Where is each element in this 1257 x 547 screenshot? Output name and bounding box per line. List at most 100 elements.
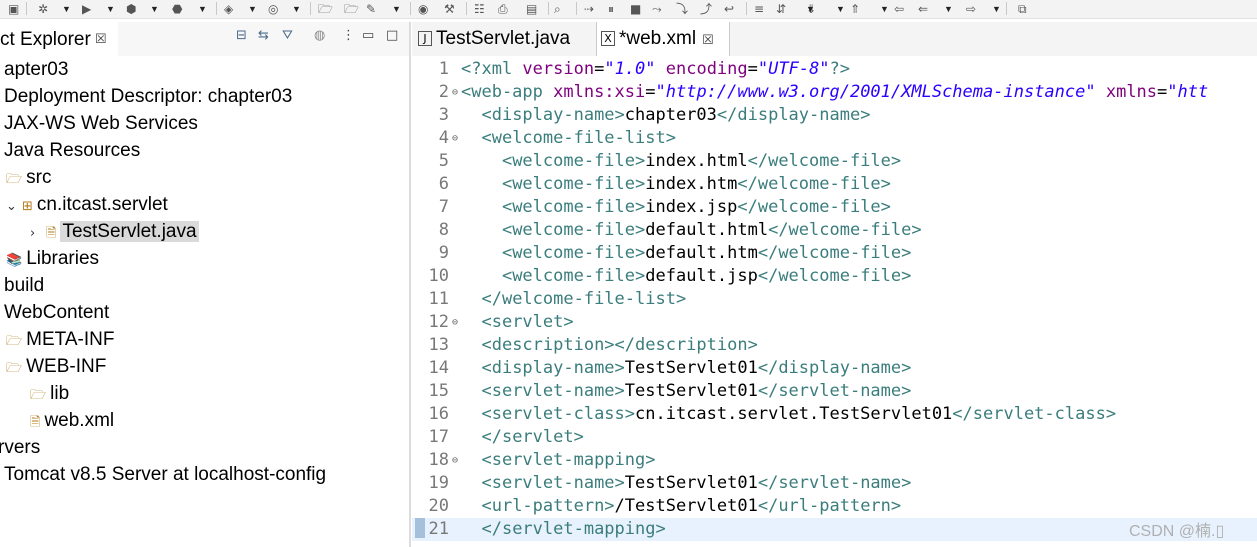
forward-icon[interactable]: ⇐	[918, 1, 928, 17]
code-line[interactable]: 19 <servlet-name>TestServlet01</servlet-…	[412, 472, 1257, 495]
tree-item[interactable]: ⌄ ⊞ cn.itcast.servlet	[6, 191, 168, 218]
suspend-icon[interactable]: ⏸	[608, 1, 614, 17]
link-with-editor-icon[interactable]: ⇆	[258, 28, 269, 43]
globe-icon[interactable]: ◉	[418, 1, 428, 17]
code-line[interactable]: 2 ⊖ <web-app xmlns:xsi="http://www.w3.org/…	[412, 81, 1257, 104]
chevron-down-icon[interactable]: ▼	[106, 1, 115, 17]
chevron-down-icon[interactable]: ▼	[836, 1, 845, 17]
code-line[interactable]: 6 <welcome-file>index.htm</welcome-file>	[412, 173, 1257, 196]
tab-testservlet-java[interactable]: J TestServlet.java	[418, 22, 588, 56]
tab-web-xml[interactable]: X *web.xml ☒	[596, 22, 730, 56]
resume-icon[interactable]: ⇢	[584, 1, 594, 17]
code-line[interactable]: 16 <servlet-class>cn.itcast.servlet.Test…	[412, 403, 1257, 426]
tree-item[interactable]: build	[4, 272, 44, 299]
tree-item[interactable]: Java Resources	[4, 137, 140, 164]
tree-item[interactable]: 📚 Libraries	[6, 245, 99, 272]
disconnect-icon[interactable]: ⤳	[652, 1, 662, 17]
code-line[interactable]: 11 </welcome-file-list>	[412, 288, 1257, 311]
run-icon[interactable]: ▶	[82, 1, 91, 17]
next-annotation-icon[interactable]: ≡	[754, 1, 764, 17]
search-icon[interactable]: ⌕	[554, 1, 561, 17]
tree-item[interactable]: apter03	[4, 56, 68, 83]
filter-icon[interactable]: ⛛	[282, 28, 293, 43]
open-resource-icon[interactable]: 🗁	[344, 1, 359, 17]
chevron-down-icon[interactable]: ▼	[292, 1, 301, 17]
code-line[interactable]: 5 <welcome-file>index.html</welcome-file…	[412, 150, 1257, 173]
tree-item[interactable]: JAX-WS Web Services	[4, 110, 198, 137]
task-icon[interactable]: ☷	[474, 1, 485, 17]
focus-icon[interactable]: ◍	[314, 28, 325, 43]
code-line[interactable]: 3 <display-name>chapter03</display-name>	[412, 104, 1257, 127]
fold-toggle-icon[interactable]: ⊖	[449, 311, 461, 334]
chevron-down-icon[interactable]: ▼	[806, 1, 815, 17]
step-into-icon[interactable]: ⤵	[676, 1, 688, 17]
back-icon[interactable]: ⇦	[894, 1, 904, 17]
tree-item[interactable]: 🗁 lib	[30, 380, 69, 407]
code-line[interactable]: 8 <welcome-file>default.html</welcome-fi…	[412, 219, 1257, 242]
panel-divider[interactable]	[409, 22, 411, 547]
chevron-right-icon[interactable]: ›	[30, 220, 46, 247]
chevron-down-icon[interactable]: ▼	[944, 1, 953, 17]
close-icon[interactable]: ☒	[702, 32, 714, 47]
code-line[interactable]: 20 <url-pattern>/TestServlet01</url-patt…	[412, 495, 1257, 518]
annotate-icon[interactable]: ⎙	[498, 1, 508, 17]
pin-icon[interactable]: ⇑	[850, 1, 860, 17]
new-web-service-icon[interactable]: ◎	[268, 1, 278, 17]
run-server-icon[interactable]: ⬢	[126, 1, 136, 17]
code-line[interactable]: 4 ⊖ <welcome-file-list>	[412, 127, 1257, 150]
code-line[interactable]: 13 <description></description>	[412, 334, 1257, 357]
chevron-down-icon[interactable]: ⌄	[6, 193, 22, 220]
chevron-down-icon[interactable]: ▼	[248, 1, 257, 17]
view-menu-icon[interactable]: ⋮	[342, 28, 355, 43]
tree-item[interactable]: 🗎 web.xml	[30, 407, 114, 434]
chevron-down-icon[interactable]: ▼	[880, 1, 889, 17]
tree-item[interactable]: Tomcat v8.5 Server at localhost-config	[4, 461, 326, 488]
fold-toggle-icon[interactable]: ⊖	[449, 449, 461, 472]
tree-item[interactable]: 🗁 src	[6, 164, 51, 191]
tree-item[interactable]: Deployment Descriptor: chapter03	[4, 83, 292, 110]
code-line[interactable]: 1 <?xml version="1.0" encoding="UTF-8"?>	[412, 58, 1257, 81]
code-line[interactable]: 10 <welcome-file>default.jsp</welcome-fi…	[412, 265, 1257, 288]
collapse-all-icon[interactable]: ⊟	[236, 28, 247, 43]
code-line[interactable]: 7 <welcome-file>index.jsp</welcome-file>	[412, 196, 1257, 219]
code-line[interactable]: 12 ⊖ <servlet>	[412, 311, 1257, 334]
code-line[interactable]: 9 <welcome-file>default.htm</welcome-fil…	[412, 242, 1257, 265]
debug-icon[interactable]: ✲	[38, 1, 48, 17]
tree-item[interactable]: 🗁 META-INF	[6, 326, 114, 353]
code-line[interactable]: 15 <servlet-name>TestServlet01</servlet-…	[412, 380, 1257, 403]
code-line[interactable]: 14 <display-name>TestServlet01</display-…	[412, 357, 1257, 380]
fold-toggle-icon[interactable]: ⊖	[449, 127, 461, 150]
previous-annotation-icon[interactable]: ⇵	[776, 1, 786, 17]
chevron-down-icon[interactable]: ▼	[392, 1, 401, 17]
code-line[interactable]: 17 </servlet>	[412, 426, 1257, 449]
minimize-icon[interactable]: ▭	[362, 28, 374, 43]
build-icon[interactable]: ⚒	[444, 1, 455, 17]
chevron-down-icon[interactable]: ▼	[62, 1, 71, 17]
xml-editor[interactable]: 1 <?xml version="1.0" encoding="UTF-8"?> 2…	[412, 56, 1257, 547]
step-over-icon[interactable]: ⤴	[700, 1, 712, 17]
chevron-down-icon[interactable]: ▼	[198, 1, 207, 17]
next-icon[interactable]: ⇨	[966, 1, 976, 17]
code-line[interactable]: 18 ⊖ <servlet-mapping>	[412, 449, 1257, 472]
chevron-down-icon[interactable]: ▼	[992, 1, 1001, 17]
fold-toggle-icon[interactable]: ⊖	[449, 81, 461, 104]
code-token: <servlet-mapping>	[481, 450, 656, 470]
maximize-icon[interactable]: □	[386, 28, 398, 43]
console-icon[interactable]: ▤	[526, 1, 537, 17]
tree-item[interactable]: rvers	[0, 434, 40, 461]
save-icon[interactable]: ▣	[8, 1, 19, 17]
project-explorer-tab[interactable]: ct Explorer ☒	[0, 22, 118, 56]
tree-item[interactable]: WebContent	[4, 299, 109, 326]
tree-item[interactable]: 🗁 WEB-INF	[6, 353, 106, 380]
chevron-down-icon[interactable]: ▼	[150, 1, 159, 17]
stop-icon[interactable]: ■	[630, 1, 641, 17]
step-return-icon[interactable]: ↩	[724, 1, 734, 17]
open-type-icon[interactable]: 🗁	[318, 1, 333, 17]
close-icon[interactable]: ☒	[95, 31, 107, 47]
new-server-icon[interactable]: ◈	[224, 1, 233, 17]
open-perspective-icon[interactable]: ⧉	[1018, 1, 1027, 17]
tree-item[interactable]: › 🗎 TestServlet.java	[30, 218, 199, 245]
edit-icon[interactable]: ✎	[366, 1, 376, 17]
external-tools-icon[interactable]: ⬣	[172, 1, 182, 17]
